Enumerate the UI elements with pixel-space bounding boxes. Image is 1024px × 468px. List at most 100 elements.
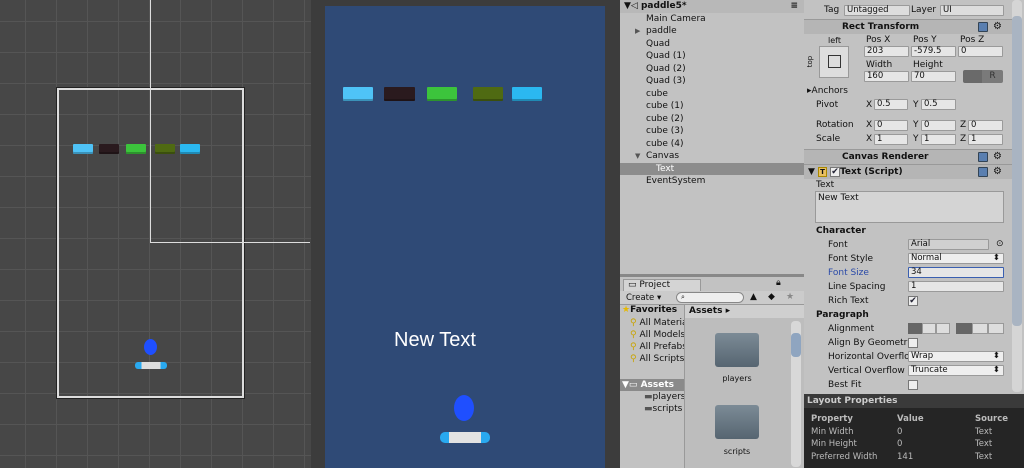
best-fit-checkbox[interactable] [908,380,918,390]
hierarchy-item[interactable]: ▶ paddle [620,25,804,38]
folder-scripts[interactable]: scripts [707,405,767,456]
favorite-item[interactable]: ⚲ All Materials [630,318,684,328]
tag-dropdown[interactable]: Untagged [844,5,910,16]
favorites-star-icon[interactable]: ★ [786,292,794,302]
search-icon: ⚲ [630,342,637,352]
hierarchy-scene[interactable]: ▼◁ paddle5* ≡ [620,0,804,13]
assets-breadcrumb: Assets ▸ [685,305,804,318]
rot-x-field[interactable]: 0 [874,120,908,131]
posx-field[interactable]: 203 [864,46,909,57]
favorite-item[interactable]: ⚲ All Prefabs [630,342,684,352]
align-middle-button[interactable] [972,323,988,334]
vertical-overflow-dropdown[interactable]: Truncate ⬍ [908,365,1004,376]
favorites-header[interactable]: ★Favorites [622,305,684,315]
blueprint-mode-button[interactable] [963,70,982,83]
horizontal-overflow-dropdown[interactable]: Wrap ⬍ [908,351,1004,362]
project-panel[interactable]: ▭ Project 🔒︎ Create ▾ ⌕ ▲ ◆ ★ ★Favorites… [620,277,804,468]
hierarchy-item[interactable]: Text [620,162,804,175]
font-style-dropdown[interactable]: Normal ⬍ [908,253,1004,264]
hierarchy-item[interactable]: Quad (1) [620,50,804,63]
asset-folder-item[interactable]: ▬scripts [644,404,684,414]
hierarchy-item-label: Quad (2) [646,63,686,74]
menu-icon[interactable]: ≡ [790,0,798,13]
align-geometry-checkbox[interactable] [908,338,918,348]
align-top-button[interactable] [956,323,972,334]
hierarchy-item[interactable]: Quad [620,38,804,51]
scene-view[interactable] [0,0,311,468]
line-spacing-field[interactable]: 1 [908,281,1004,292]
expand-arrow-icon[interactable]: ▼ [635,150,640,163]
layout-header-row: Property Value Source [811,414,1021,426]
asset-grid[interactable]: Assets ▸ players scripts [684,305,804,468]
x-label: X [866,120,873,130]
gear-icon[interactable]: ⚙ [993,167,1002,177]
inspector-scrollbar[interactable] [1012,0,1022,392]
hierarchy-item[interactable]: Quad (2) [620,63,804,76]
favorite-item[interactable]: ⚲ All Scripts [630,354,684,364]
align-bottom-button[interactable] [988,323,1004,334]
width-field[interactable]: 160 [864,71,909,82]
text-area[interactable]: New Text [815,191,1004,223]
posy-field[interactable]: -579.5 [911,46,956,57]
hierarchy-item[interactable]: Quad (3) [620,75,804,88]
help-icon[interactable] [978,167,988,177]
horizontal-overflow-value: Wrap [911,351,934,361]
hierarchy-item[interactable]: cube [620,88,804,101]
favorite-label: All Scripts [639,354,684,364]
help-icon[interactable] [978,152,988,162]
raw-edit-button[interactable]: R [982,70,1003,83]
object-picker-icon[interactable]: ⊙ [996,239,1004,250]
pivot-x-field[interactable]: 0.5 [874,99,908,110]
hierarchy-panel[interactable]: ▼◁ paddle5* ≡ Main Camera ▶ paddle Quad Quad… [620,0,804,274]
rich-text-checkbox[interactable]: ✔ [908,296,918,306]
hierarchy-item[interactable]: cube (1) [620,100,804,113]
font-field[interactable]: Arial [908,239,989,250]
gear-icon[interactable]: ⚙ [993,22,1002,32]
help-icon[interactable] [978,22,988,32]
hierarchy-item[interactable]: ▼ Canvas [620,150,804,163]
align-left-button[interactable] [908,323,922,334]
align-center-button[interactable] [922,323,936,334]
z-label: Z [960,120,967,130]
scale-x-field[interactable]: 1 [874,134,908,145]
anchor-preset-button[interactable] [819,46,849,78]
scene-brick [180,144,200,154]
assets-header[interactable]: ▼▭ Assets [620,379,684,391]
folder-players[interactable]: players [707,333,767,383]
align-right-button[interactable] [936,323,950,334]
hierarchy-item-label: Main Camera [646,13,706,24]
scrollbar[interactable] [791,321,801,467]
game-view[interactable]: New Text [311,0,620,468]
hierarchy-item[interactable]: Main Camera [620,13,804,26]
font-size-field[interactable]: 34 [908,267,1004,278]
tab-project[interactable]: ▭ Project [623,279,701,291]
height-field[interactable]: 70 [911,71,956,82]
expand-arrow-icon[interactable]: ▶ [635,25,640,38]
favorite-item[interactable]: ⚲ All Models [630,330,684,340]
filter-label-icon[interactable]: ◆ [768,292,775,302]
posz-field[interactable]: 0 [958,46,1003,57]
rot-y-field[interactable]: 0 [921,120,956,131]
x-label: X [866,134,873,144]
enabled-checkbox[interactable]: ✔ [829,166,840,177]
scale-z-field[interactable]: 1 [968,134,1003,145]
filter-type-icon[interactable]: ▲ [750,292,757,302]
project-search-input[interactable]: ⌕ [676,292,744,303]
scale-y-field[interactable]: 1 [921,134,956,145]
layout-properties-header[interactable]: Layout Properties [804,394,1024,408]
game-brick [512,87,542,101]
hierarchy-item[interactable]: cube (4) [620,138,804,151]
rot-z-field[interactable]: 0 [968,120,1003,131]
gear-icon[interactable]: ⚙ [993,152,1002,162]
hierarchy-item[interactable]: cube (2) [620,113,804,126]
hierarchy-item[interactable]: EventSystem [620,175,804,188]
layer-dropdown[interactable]: UI [940,5,1004,16]
asset-folder-item[interactable]: ▬players [644,392,684,402]
create-button[interactable]: Create ▾ [626,292,661,304]
character-section: Character [816,226,866,236]
hierarchy-item[interactable]: cube (3) [620,125,804,138]
pivot-y-field[interactable]: 0.5 [921,99,956,110]
inspector-panel[interactable]: Tag Untagged Layer UI Rect Transform ⚙ l… [804,0,1024,468]
lock-icon[interactable]: 🔒︎ [776,278,781,288]
anchors-foldout[interactable]: ▸Anchors [807,86,848,97]
